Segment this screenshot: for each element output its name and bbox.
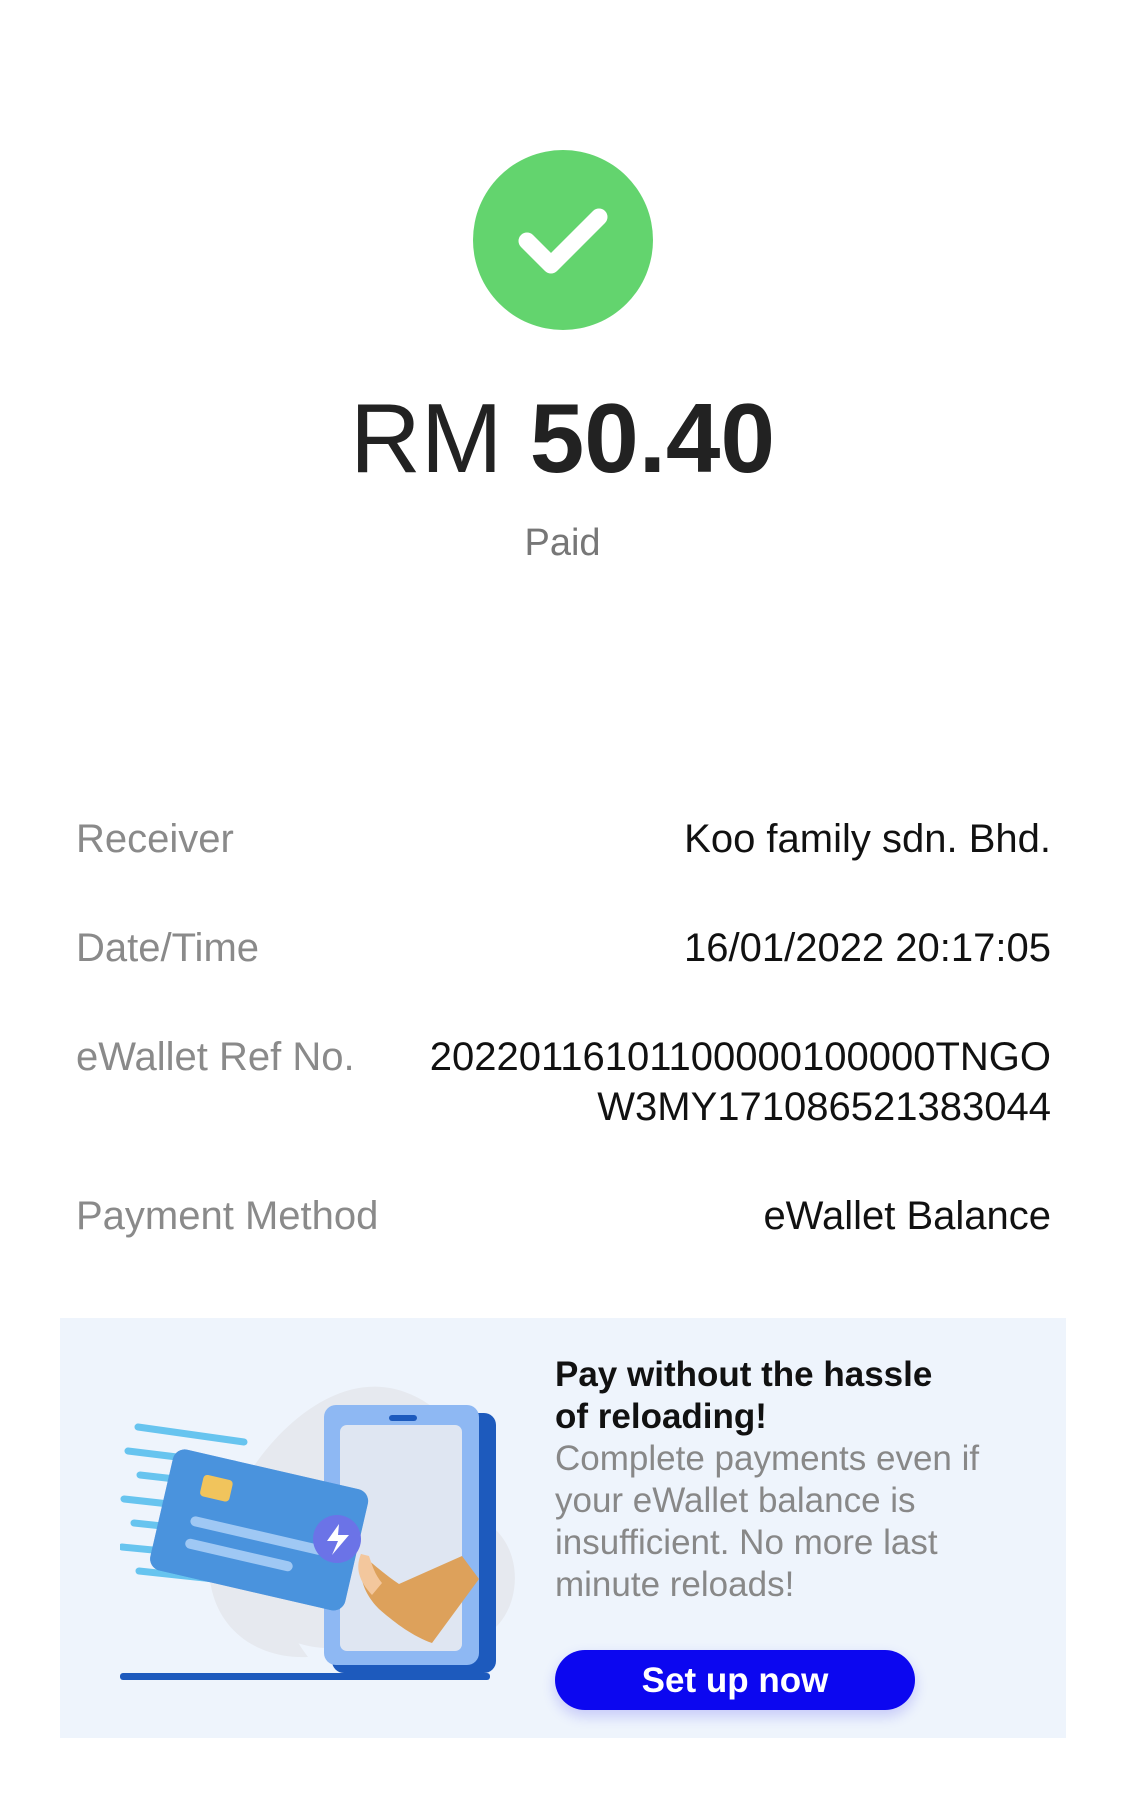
currency-label: RM (350, 383, 503, 493)
promo-description: Complete payments even if your eWallet b… (555, 1439, 980, 1604)
ref-label: eWallet Ref No. (76, 1035, 355, 1079)
payment-method-label: Payment Method (76, 1194, 379, 1238)
promo-title: Pay without the hassle of reloading! (555, 1355, 933, 1436)
payment-method-value: eWallet Balance (763, 1194, 1051, 1238)
amount-value: 50.40 (529, 383, 775, 493)
success-check-icon (473, 150, 653, 330)
datetime-value: 16/01/2022 20:17:05 (683, 926, 1051, 970)
card-phone-illustration (120, 1386, 515, 1680)
ref-value: 20220116101100000100000TNGOW3MY171086521… (429, 1035, 1051, 1129)
payment-amount: RM 50.40 (0, 378, 1125, 498)
receiver-value: Koo family sdn. Bhd. (684, 817, 1051, 861)
datetime-label: Date/Time (76, 926, 260, 970)
set-up-now-button[interactable]: Set up now (555, 1650, 915, 1710)
payment-status: Paid (524, 522, 601, 564)
promo-banner: Pay without the hassle of reloading! Com… (60, 1318, 1066, 1738)
receiver-label: Receiver (76, 817, 234, 861)
